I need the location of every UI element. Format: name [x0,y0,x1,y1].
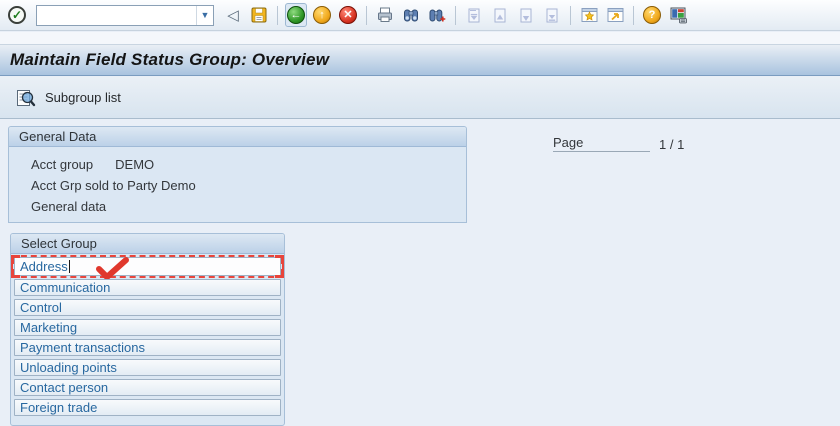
toolbar-separator [633,5,634,25]
toolbar-separator [277,5,278,25]
general-data-rows: Acct group DEMO Acct Grp sold to Party De… [9,147,466,217]
print-button[interactable] [374,3,396,27]
last-page-button[interactable] [541,3,563,27]
last-page-icon [546,8,558,23]
page-up-icon [494,8,506,23]
select-group-box: Select Group Address Communication Contr… [10,233,285,426]
group-item-contact-person[interactable]: Contact person [14,379,281,396]
standard-toolbar: ✓ ▼ ◁ ← ↑ ✕ ? [0,0,840,31]
customize-layout-button[interactable] [667,3,689,27]
general-data-box: General Data Acct group DEMO Acct Grp sol… [8,126,467,223]
exit-icon: ↑ [313,6,331,24]
group-item-foreign-trade[interactable]: Foreign trade [14,399,281,416]
group-item-control[interactable]: Control [14,299,281,316]
create-shortcut-button[interactable] [604,3,626,27]
cancel-icon: ✕ [339,6,357,24]
general-data-header: General Data [9,127,466,147]
page-label: Page [553,135,650,152]
group-item-unloading-points[interactable]: Unloading points [14,359,281,376]
customize-layout-icon [670,7,687,24]
page-down-icon [520,8,532,23]
find-icon [404,9,418,22]
group-item-communication[interactable]: Communication [14,279,281,296]
toolbar-separator [455,5,456,25]
cancel-button[interactable]: ✕ [337,3,359,27]
exit-button[interactable]: ↑ [311,3,333,27]
group-item-marketing[interactable]: Marketing [14,319,281,336]
new-session-button[interactable] [578,3,600,27]
enter-icon: ✓ [8,6,26,24]
find-button[interactable] [400,3,422,27]
page-up-button[interactable] [489,3,511,27]
back-nav-icon: ◁ [227,6,239,24]
group-item-label: Address [20,259,68,274]
back-icon: ← [287,6,305,24]
application-toolbar: Subgroup list [0,77,840,119]
text-cursor [68,260,70,273]
select-group-rows: Address Communication Control Marketing … [11,254,284,416]
enter-button[interactable]: ✓ [6,3,28,27]
save-button[interactable] [248,3,270,27]
first-page-button[interactable] [463,3,485,27]
group-item-address[interactable]: Address [11,255,284,280]
page-title: Maintain Field Status Group: Overview [10,50,330,69]
find-next-icon [429,9,446,22]
command-field-wrap: ▼ [36,4,214,26]
toolbar-separator [366,5,367,25]
first-page-icon [468,8,480,23]
menu-band [0,32,840,44]
subgroup-list-label: Subgroup list [45,90,121,105]
select-group-header: Select Group [11,234,284,254]
print-icon [378,7,392,22]
subgroup-list-button[interactable]: Subgroup list [8,85,128,111]
group-item-payment-transactions[interactable]: Payment transactions [14,339,281,356]
content-area: General Data Acct group DEMO Acct Grp sol… [0,120,840,426]
command-input[interactable] [37,5,196,25]
find-next-button[interactable] [426,3,448,27]
acct-group-value: DEMO [115,157,155,172]
page-field: Page 1 / 1 [553,135,684,152]
acct-group-label: Acct group [31,157,94,172]
back-nav-button[interactable]: ◁ [222,3,244,27]
create-shortcut-icon [607,8,623,22]
general-data-text: General data [31,199,107,214]
sap-gui-window: ✓ ▼ ◁ ← ↑ ✕ ? Maintain Field Status Grou… [0,0,840,426]
new-session-icon [581,8,597,22]
page-value: 1 / 1 [659,137,685,152]
back-button[interactable]: ← [285,3,307,27]
help-icon: ? [643,6,661,24]
save-icon [251,7,267,23]
page-down-button[interactable] [515,3,537,27]
toolbar-separator [570,5,571,25]
title-bar: Maintain Field Status Group: Overview [0,44,840,76]
acct-group-row: Acct group DEMO [31,154,466,175]
help-button[interactable]: ? [641,3,663,27]
subgroup-list-icon [17,89,36,106]
acct-group-description: Acct Grp sold to Party Demo [31,178,196,193]
chevron-down-icon[interactable]: ▼ [196,5,213,25]
